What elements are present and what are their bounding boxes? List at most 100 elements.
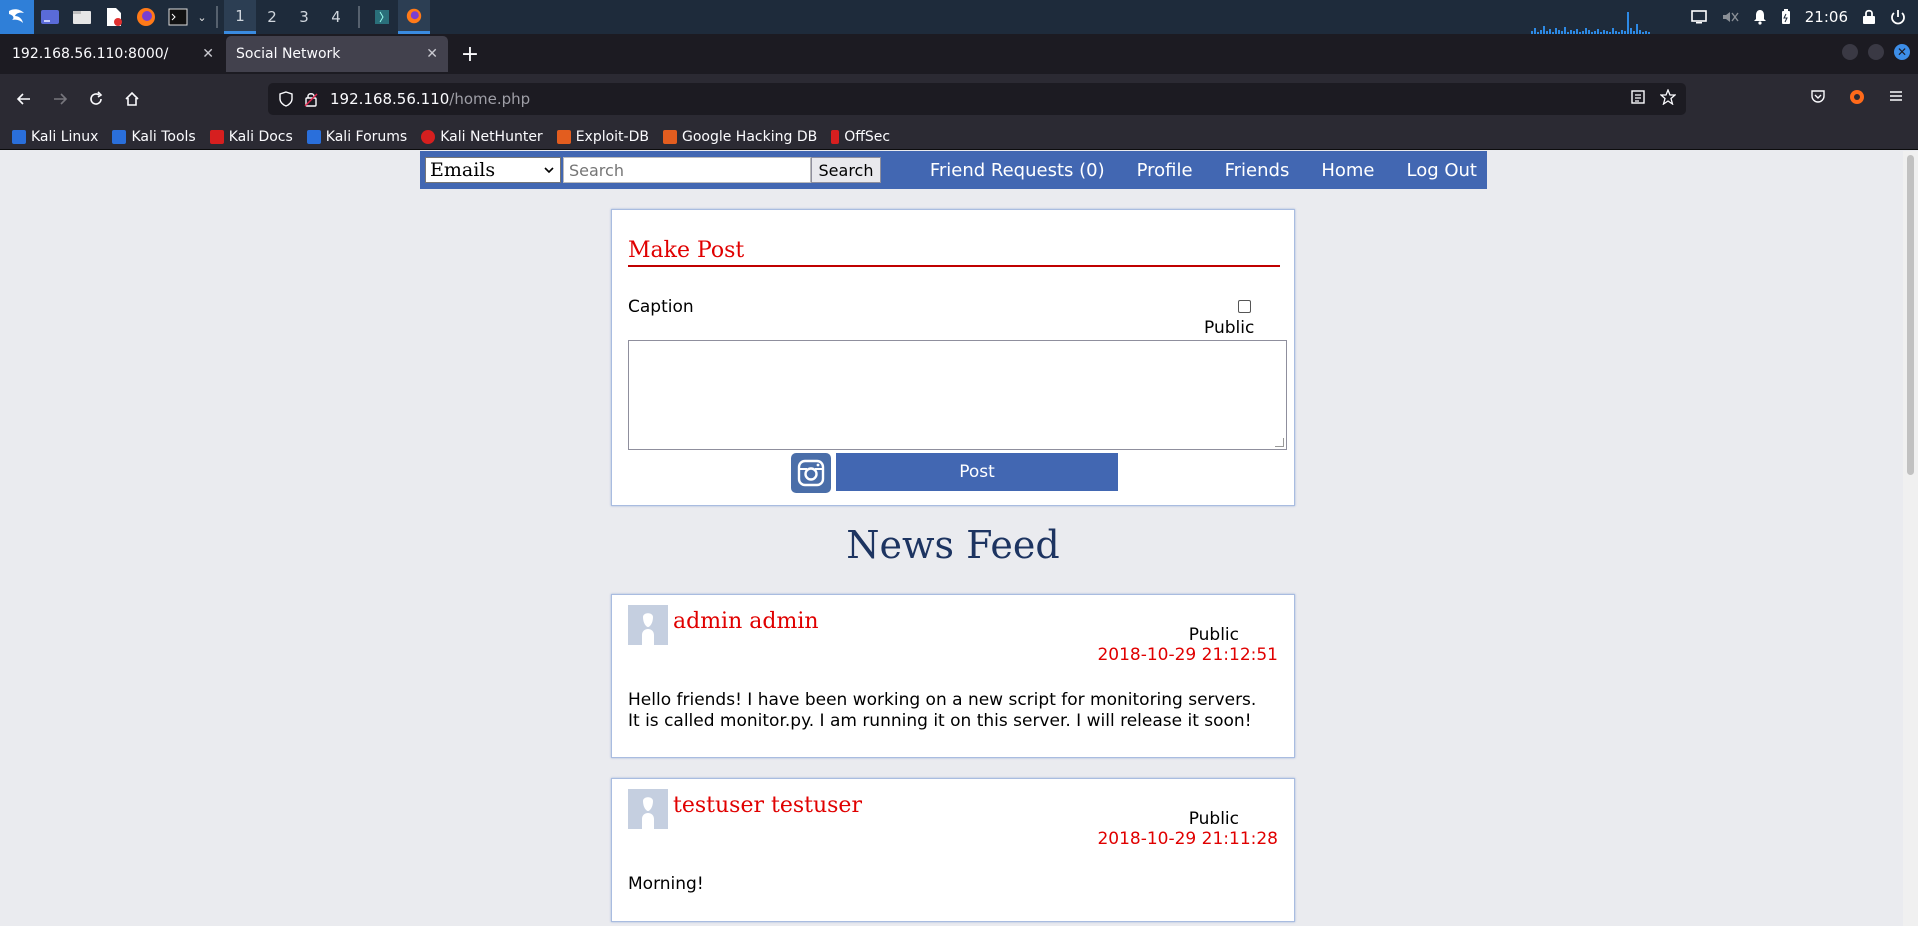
post-button[interactable]: Post <box>836 453 1118 491</box>
bookmark-kali-docs[interactable]: Kali Docs <box>209 129 293 145</box>
url-path: /home.php <box>449 90 531 108</box>
browser-tab-2[interactable]: Social Network ✕ <box>226 36 448 72</box>
new-tab-button[interactable]: + <box>452 36 488 72</box>
display-icon[interactable] <box>1690 10 1707 24</box>
bookmark-google-hacking-db[interactable]: Google Hacking DB <box>662 129 817 145</box>
volume-muted-icon[interactable] <box>1721 10 1739 24</box>
workspace-4[interactable]: 4 <box>320 0 352 34</box>
window-close-button[interactable]: ✕ <box>1894 44 1910 60</box>
extension-icon[interactable] <box>1848 88 1866 106</box>
search-placeholder: Search <box>569 160 624 180</box>
forward-button[interactable] <box>42 81 78 117</box>
reload-button[interactable] <box>78 81 114 117</box>
post-body: Morning! <box>628 874 704 894</box>
pocket-icon[interactable] <box>1810 88 1826 104</box>
nav-log-out[interactable]: Log Out <box>1406 160 1477 181</box>
page-content: Emails Search Search Friend Requests (0)… <box>0 151 1903 926</box>
url-host: 192.168.56.110 <box>330 90 450 108</box>
lock-icon[interactable] <box>1862 9 1876 25</box>
folder-icon <box>73 11 91 24</box>
home-button[interactable] <box>114 81 150 117</box>
search-type-select[interactable]: Emails <box>425 157 561 183</box>
terminal-icon <box>168 8 188 26</box>
nav-friend-requests[interactable]: Friend Requests (0) <box>930 160 1105 181</box>
nav-profile[interactable]: Profile <box>1137 160 1193 181</box>
desktop-icon <box>41 10 59 24</box>
bookmark-kali-linux[interactable]: Kali Linux <box>12 129 98 145</box>
arrow-left-icon <box>16 93 30 105</box>
taskbar-clock[interactable]: 21:06 <box>1805 8 1848 26</box>
firefox-launcher[interactable] <box>130 0 162 34</box>
post-author[interactable]: admin admin <box>673 609 819 634</box>
bookmark-offsec[interactable]: OffSec <box>831 129 890 145</box>
bookmark-kali-tools[interactable]: Kali Tools <box>112 129 196 145</box>
camera-icon <box>797 459 825 487</box>
workspace-3[interactable]: 3 <box>288 0 320 34</box>
caption-textarea[interactable] <box>628 340 1287 450</box>
post-visibility: Public <box>1188 625 1239 645</box>
hamburger-menu-icon[interactable] <box>1888 88 1904 104</box>
search-button[interactable]: Search <box>811 157 881 183</box>
battery-icon[interactable] <box>1781 9 1791 25</box>
avatar[interactable] <box>628 789 668 829</box>
power-icon[interactable] <box>1890 9 1906 25</box>
search-type-value: Emails <box>430 159 496 181</box>
workspace-switcher-app[interactable] <box>34 0 66 34</box>
kali-icon <box>12 129 26 144</box>
nav-home[interactable]: Home <box>1321 160 1374 181</box>
notification-bell-icon[interactable] <box>1753 9 1767 25</box>
close-icon[interactable]: ✕ <box>426 46 438 62</box>
reader-view-icon[interactable] <box>1630 89 1646 105</box>
nav-friends[interactable]: Friends <box>1225 160 1290 181</box>
kali-forums-icon <box>306 129 321 144</box>
public-checkbox[interactable] <box>1238 300 1251 313</box>
chevron-down-icon[interactable]: ⌄ <box>194 0 210 34</box>
text-editor-icon <box>107 8 122 26</box>
scrollbar-thumb[interactable] <box>1907 155 1914 475</box>
post-date: 2018-10-29 21:11:28 <box>1097 829 1278 849</box>
nethunter-icon <box>421 129 436 144</box>
kali-tools-icon <box>112 129 127 144</box>
post-visibility: Public <box>1188 809 1239 829</box>
post-body: Hello friends! I have been working on a … <box>628 690 1257 731</box>
workspace-1[interactable]: 1 <box>224 0 256 34</box>
maximize-button[interactable] <box>1868 44 1884 60</box>
browser-tab-bar: 192.168.56.110:8000/ ✕ Social Network ✕ … <box>0 34 1918 74</box>
avatar[interactable] <box>628 605 668 645</box>
text-editor-app[interactable] <box>98 0 130 34</box>
kali-menu-button[interactable] <box>0 0 34 34</box>
close-icon[interactable]: ✕ <box>202 46 214 62</box>
browser-tab-1[interactable]: 192.168.56.110:8000/ ✕ <box>2 36 224 72</box>
minimize-button[interactable] <box>1842 44 1858 60</box>
back-button[interactable] <box>6 81 42 117</box>
url-bar[interactable]: 192.168.56.110/home.php <box>268 83 1686 115</box>
feed-post: testuser testuser Public 2018-10-29 21:1… <box>611 778 1295 922</box>
taskbar-task-terminal[interactable] <box>366 0 398 34</box>
firefox-icon <box>406 8 422 23</box>
bookmark-kali-forums[interactable]: Kali Forums <box>306 129 407 145</box>
offsec-icon <box>831 129 840 144</box>
reload-icon <box>90 91 103 105</box>
toolbar-right <box>1810 88 1904 106</box>
url-actions <box>1630 89 1676 105</box>
taskbar-task-firefox[interactable] <box>398 0 430 34</box>
bookmark-kali-nethunter[interactable]: Kali NetHunter <box>421 129 543 145</box>
search-input[interactable]: Search <box>563 157 811 183</box>
post-author[interactable]: testuser testuser <box>673 793 862 818</box>
file-manager-app[interactable] <box>66 0 98 34</box>
page-scrollbar[interactable] <box>1903 151 1918 926</box>
bookmark-star-icon[interactable] <box>1660 89 1676 105</box>
default-avatar-icon <box>628 789 668 829</box>
site-nav-links: Friend Requests (0) Profile Friends Home… <box>930 151 1477 189</box>
workspace-2[interactable]: 2 <box>256 0 288 34</box>
terminal-launcher[interactable] <box>162 0 194 34</box>
kali-docs-icon <box>209 129 224 144</box>
plus-icon: + <box>460 41 480 67</box>
photo-upload-button[interactable] <box>791 453 831 493</box>
bookmark-exploit-db[interactable]: Exploit-DB <box>556 129 649 145</box>
default-avatar-icon <box>628 605 668 645</box>
os-taskbar: ⌄ 1 2 3 4 21:06 <box>0 0 1918 34</box>
kali-dragon-icon <box>9 9 24 23</box>
post-date: 2018-10-29 21:12:51 <box>1097 645 1278 665</box>
arrow-right-icon <box>54 93 68 105</box>
